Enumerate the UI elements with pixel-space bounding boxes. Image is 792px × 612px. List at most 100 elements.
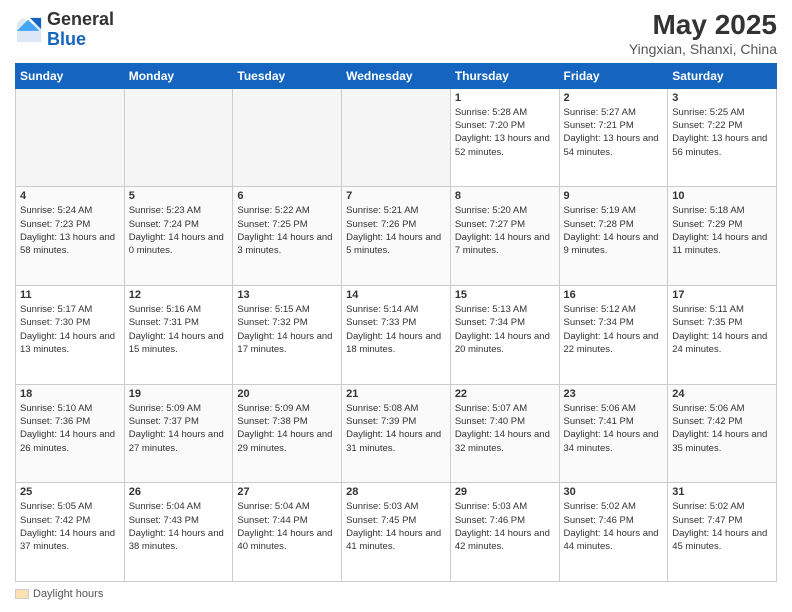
- day-number: 28: [346, 486, 446, 498]
- calendar-cell: 3 Sunrise: 5:25 AMSunset: 7:22 PMDayligh…: [668, 88, 777, 187]
- day-number: 27: [237, 486, 337, 498]
- title-block: May 2025 Yingxian, Shanxi, China: [629, 10, 777, 57]
- day-info: Sunrise: 5:09 AMSunset: 7:37 PMDaylight:…: [129, 403, 224, 454]
- calendar-week-row: 1 Sunrise: 5:28 AMSunset: 7:20 PMDayligh…: [16, 88, 777, 187]
- day-info: Sunrise: 5:06 AMSunset: 7:41 PMDaylight:…: [564, 403, 659, 454]
- day-info: Sunrise: 5:08 AMSunset: 7:39 PMDaylight:…: [346, 403, 441, 454]
- calendar-week-row: 11 Sunrise: 5:17 AMSunset: 7:30 PMDaylig…: [16, 286, 777, 385]
- weekday-header-row: Sunday Monday Tuesday Wednesday Thursday…: [16, 63, 777, 88]
- day-number: 16: [564, 289, 664, 301]
- day-number: 18: [20, 388, 120, 400]
- day-info: Sunrise: 5:17 AMSunset: 7:30 PMDaylight:…: [20, 304, 115, 355]
- day-number: 11: [20, 289, 120, 301]
- calendar-cell: 31 Sunrise: 5:02 AMSunset: 7:47 PMDaylig…: [668, 483, 777, 582]
- logo: General Blue: [15, 10, 114, 50]
- header-thursday: Thursday: [450, 63, 559, 88]
- calendar-cell: 24 Sunrise: 5:06 AMSunset: 7:42 PMDaylig…: [668, 384, 777, 483]
- day-number: 6: [237, 190, 337, 202]
- day-info: Sunrise: 5:10 AMSunset: 7:36 PMDaylight:…: [20, 403, 115, 454]
- day-info: Sunrise: 5:15 AMSunset: 7:32 PMDaylight:…: [237, 304, 332, 355]
- day-number: 12: [129, 289, 229, 301]
- day-number: 29: [455, 486, 555, 498]
- day-number: 26: [129, 486, 229, 498]
- calendar-cell: 14 Sunrise: 5:14 AMSunset: 7:33 PMDaylig…: [342, 286, 451, 385]
- calendar-cell: 25 Sunrise: 5:05 AMSunset: 7:42 PMDaylig…: [16, 483, 125, 582]
- day-number: 10: [672, 190, 772, 202]
- calendar-cell: 2 Sunrise: 5:27 AMSunset: 7:21 PMDayligh…: [559, 88, 668, 187]
- calendar-cell: 10 Sunrise: 5:18 AMSunset: 7:29 PMDaylig…: [668, 187, 777, 286]
- day-number: 21: [346, 388, 446, 400]
- calendar-week-row: 25 Sunrise: 5:05 AMSunset: 7:42 PMDaylig…: [16, 483, 777, 582]
- logo-text: General Blue: [47, 10, 114, 50]
- calendar-cell: 13 Sunrise: 5:15 AMSunset: 7:32 PMDaylig…: [233, 286, 342, 385]
- day-number: 22: [455, 388, 555, 400]
- day-number: 24: [672, 388, 772, 400]
- calendar-cell: 21 Sunrise: 5:08 AMSunset: 7:39 PMDaylig…: [342, 384, 451, 483]
- day-info: Sunrise: 5:02 AMSunset: 7:47 PMDaylight:…: [672, 501, 767, 552]
- calendar-cell: [233, 88, 342, 187]
- header: General Blue May 2025 Yingxian, Shanxi, …: [15, 10, 777, 57]
- calendar-cell: 17 Sunrise: 5:11 AMSunset: 7:35 PMDaylig…: [668, 286, 777, 385]
- day-info: Sunrise: 5:04 AMSunset: 7:43 PMDaylight:…: [129, 501, 224, 552]
- calendar-cell: 28 Sunrise: 5:03 AMSunset: 7:45 PMDaylig…: [342, 483, 451, 582]
- day-info: Sunrise: 5:04 AMSunset: 7:44 PMDaylight:…: [237, 501, 332, 552]
- calendar: Sunday Monday Tuesday Wednesday Thursday…: [15, 63, 777, 582]
- day-info: Sunrise: 5:09 AMSunset: 7:38 PMDaylight:…: [237, 403, 332, 454]
- calendar-cell: 12 Sunrise: 5:16 AMSunset: 7:31 PMDaylig…: [124, 286, 233, 385]
- day-info: Sunrise: 5:22 AMSunset: 7:25 PMDaylight:…: [237, 205, 332, 256]
- day-number: 19: [129, 388, 229, 400]
- day-info: Sunrise: 5:07 AMSunset: 7:40 PMDaylight:…: [455, 403, 550, 454]
- calendar-cell: 6 Sunrise: 5:22 AMSunset: 7:25 PMDayligh…: [233, 187, 342, 286]
- legend-item: Daylight hours: [15, 588, 103, 600]
- day-number: 14: [346, 289, 446, 301]
- day-info: Sunrise: 5:23 AMSunset: 7:24 PMDaylight:…: [129, 205, 224, 256]
- day-info: Sunrise: 5:19 AMSunset: 7:28 PMDaylight:…: [564, 205, 659, 256]
- day-number: 1: [455, 92, 555, 104]
- calendar-cell: 27 Sunrise: 5:04 AMSunset: 7:44 PMDaylig…: [233, 483, 342, 582]
- day-info: Sunrise: 5:11 AMSunset: 7:35 PMDaylight:…: [672, 304, 767, 355]
- day-number: 25: [20, 486, 120, 498]
- day-info: Sunrise: 5:18 AMSunset: 7:29 PMDaylight:…: [672, 205, 767, 256]
- day-info: Sunrise: 5:16 AMSunset: 7:31 PMDaylight:…: [129, 304, 224, 355]
- calendar-cell: 7 Sunrise: 5:21 AMSunset: 7:26 PMDayligh…: [342, 187, 451, 286]
- calendar-cell: 8 Sunrise: 5:20 AMSunset: 7:27 PMDayligh…: [450, 187, 559, 286]
- calendar-cell: 23 Sunrise: 5:06 AMSunset: 7:41 PMDaylig…: [559, 384, 668, 483]
- calendar-cell: [124, 88, 233, 187]
- day-number: 15: [455, 289, 555, 301]
- calendar-cell: 20 Sunrise: 5:09 AMSunset: 7:38 PMDaylig…: [233, 384, 342, 483]
- day-number: 31: [672, 486, 772, 498]
- calendar-cell: 5 Sunrise: 5:23 AMSunset: 7:24 PMDayligh…: [124, 187, 233, 286]
- header-tuesday: Tuesday: [233, 63, 342, 88]
- calendar-cell: 1 Sunrise: 5:28 AMSunset: 7:20 PMDayligh…: [450, 88, 559, 187]
- calendar-week-row: 18 Sunrise: 5:10 AMSunset: 7:36 PMDaylig…: [16, 384, 777, 483]
- day-info: Sunrise: 5:14 AMSunset: 7:33 PMDaylight:…: [346, 304, 441, 355]
- day-number: 20: [237, 388, 337, 400]
- calendar-cell: 4 Sunrise: 5:24 AMSunset: 7:23 PMDayligh…: [16, 187, 125, 286]
- legend: Daylight hours: [15, 588, 777, 602]
- calendar-cell: 15 Sunrise: 5:13 AMSunset: 7:34 PMDaylig…: [450, 286, 559, 385]
- month-title: May 2025: [629, 10, 777, 41]
- header-sunday: Sunday: [16, 63, 125, 88]
- day-info: Sunrise: 5:06 AMSunset: 7:42 PMDaylight:…: [672, 403, 767, 454]
- calendar-cell: [342, 88, 451, 187]
- day-info: Sunrise: 5:27 AMSunset: 7:21 PMDaylight:…: [564, 107, 659, 158]
- header-friday: Friday: [559, 63, 668, 88]
- calendar-cell: 16 Sunrise: 5:12 AMSunset: 7:34 PMDaylig…: [559, 286, 668, 385]
- logo-general: General: [47, 9, 114, 29]
- header-wednesday: Wednesday: [342, 63, 451, 88]
- day-info: Sunrise: 5:25 AMSunset: 7:22 PMDaylight:…: [672, 107, 767, 158]
- legend-box: [15, 589, 29, 599]
- calendar-week-row: 4 Sunrise: 5:24 AMSunset: 7:23 PMDayligh…: [16, 187, 777, 286]
- day-number: 5: [129, 190, 229, 202]
- day-info: Sunrise: 5:13 AMSunset: 7:34 PMDaylight:…: [455, 304, 550, 355]
- header-monday: Monday: [124, 63, 233, 88]
- day-number: 2: [564, 92, 664, 104]
- day-number: 23: [564, 388, 664, 400]
- calendar-cell: 19 Sunrise: 5:09 AMSunset: 7:37 PMDaylig…: [124, 384, 233, 483]
- day-info: Sunrise: 5:03 AMSunset: 7:46 PMDaylight:…: [455, 501, 550, 552]
- legend-label: Daylight hours: [33, 588, 103, 600]
- header-saturday: Saturday: [668, 63, 777, 88]
- day-number: 17: [672, 289, 772, 301]
- calendar-cell: [16, 88, 125, 187]
- day-info: Sunrise: 5:05 AMSunset: 7:42 PMDaylight:…: [20, 501, 115, 552]
